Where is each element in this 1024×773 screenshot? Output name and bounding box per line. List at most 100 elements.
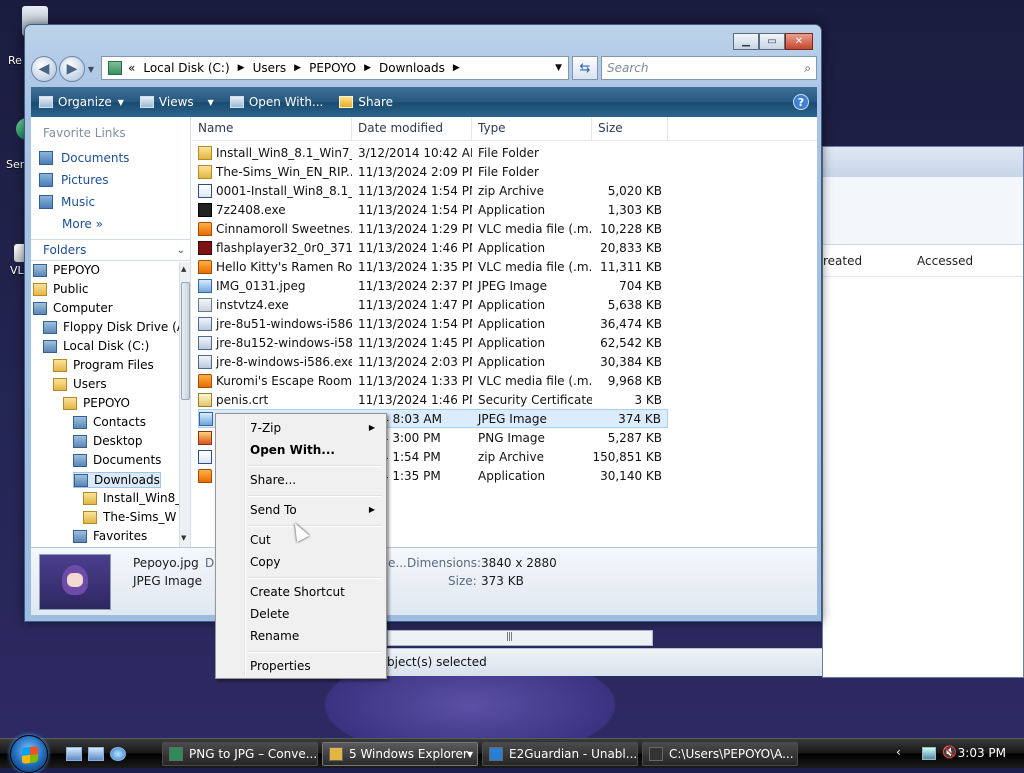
menu-item-share[interactable]: Share... bbox=[219, 470, 383, 490]
background-window[interactable]: reated Accessed bbox=[822, 146, 1024, 678]
address-dropdown-icon[interactable]: ▼ bbox=[555, 63, 562, 73]
maximize-button[interactable]: ▭ bbox=[759, 33, 785, 50]
clock[interactable]: 3:03 PM bbox=[958, 746, 1006, 760]
task-windows-explorer[interactable]: 5 Windows Explorer ▼ bbox=[322, 742, 478, 766]
file-row[interactable]: flashplayer32_0r0_371_... 11/13/2024 1:46… bbox=[198, 238, 668, 257]
folder-tree-scrollbar[interactable]: ▲ ▼ bbox=[179, 262, 190, 547]
breadcrumb-users[interactable]: Users bbox=[253, 61, 287, 75]
organize-button[interactable]: Organize ▼ bbox=[31, 87, 132, 117]
column-name[interactable]: Name bbox=[192, 117, 352, 141]
file-row[interactable]: penis.crt 11/13/2024 1:46 PM Security Cert… bbox=[198, 390, 668, 409]
close-button[interactable]: ✕ bbox=[785, 33, 813, 50]
tree-node[interactable]: Public bbox=[33, 282, 89, 296]
forward-button[interactable]: ▶ bbox=[59, 56, 85, 82]
chevron-down-icon[interactable]: ▼ bbox=[467, 750, 473, 759]
file-row[interactable]: jre-8u51-windows-i586... 11/13/2024 1:54 … bbox=[198, 314, 668, 333]
recent-pages-dropdown[interactable]: ▼ bbox=[85, 65, 97, 74]
task-7zip[interactable]: C:\Users\PEPOYO\A... bbox=[642, 742, 798, 766]
file-row[interactable]: 7z2408.exe 11/13/2024 1:54 PM Application 1… bbox=[198, 200, 668, 219]
tree-node[interactable]: The-Sims_W bbox=[83, 510, 176, 524]
tree-node[interactable]: Desktop bbox=[73, 434, 143, 448]
file-row[interactable]: instvtz4.exe 11/13/2024 1:47 PM Applicatio… bbox=[198, 295, 668, 314]
file-row[interactable]: Hello Kitty's Ramen Ro... 11/13/2024 1:35… bbox=[198, 257, 668, 276]
tree-node[interactable]: Contacts bbox=[73, 415, 146, 429]
status-bar: bject(s) selected bbox=[383, 648, 822, 676]
switch-windows-icon[interactable] bbox=[88, 747, 104, 761]
favorite-music[interactable]: Music bbox=[39, 195, 95, 209]
tray-chevron-icon[interactable]: ‹ bbox=[896, 745, 901, 759]
scroll-down-icon[interactable]: ▼ bbox=[181, 534, 186, 542]
volume-muted-icon[interactable]: 🔇 bbox=[942, 745, 957, 759]
horizontal-scrollbar[interactable]: ||| bbox=[387, 630, 653, 646]
address-bar[interactable]: « Local Disk (C:) ▶ Users ▶ PEPOYO ▶ Dow… bbox=[101, 56, 569, 80]
tree-node[interactable]: Documents bbox=[73, 453, 161, 467]
menu-item-open-with[interactable]: Open With... bbox=[219, 440, 383, 460]
column-size[interactable]: Size bbox=[592, 117, 668, 141]
menu-item-send-to[interactable]: Send To ▶ bbox=[219, 500, 383, 520]
address-prefix[interactable]: « bbox=[128, 61, 135, 75]
favorite-pictures[interactable]: Pictures bbox=[39, 173, 109, 187]
file-row[interactable]: Install_Win8_8.1_Win7_... 3/12/2014 10:42… bbox=[198, 143, 668, 162]
search-input[interactable]: Search ⌕ bbox=[601, 56, 817, 80]
menu-item-7-zip[interactable]: 7-Zip ▶ bbox=[219, 418, 383, 438]
views-button[interactable]: Views ▼ bbox=[132, 87, 222, 117]
help-icon[interactable]: ? bbox=[793, 94, 809, 110]
menu-item-properties[interactable]: Properties bbox=[219, 656, 383, 676]
column-accessed[interactable]: Accessed bbox=[917, 254, 973, 268]
file-row[interactable]: The-Sims_Win_EN_RIP... 11/13/2024 2:09 PM… bbox=[198, 162, 668, 181]
file-row[interactable]: jre-8-windows-i586.exe 11/13/2024 2:03 PM… bbox=[198, 352, 668, 371]
explorer-window[interactable]: ▁ ▭ ✕ ◀ ▶ ▼ « Local Disk (C:) ▶ Users ▶ … bbox=[24, 24, 822, 622]
scroll-thumb[interactable] bbox=[181, 282, 190, 400]
tree-node[interactable]: Install_Win8_ bbox=[83, 491, 181, 505]
column-date-modified[interactable]: Date modified bbox=[352, 117, 472, 141]
file-type: File Folder bbox=[478, 164, 539, 179]
share-button[interactable]: Share bbox=[331, 87, 401, 117]
breadcrumb-chevron-icon[interactable]: ▶ bbox=[238, 63, 245, 73]
menu-item-rename[interactable]: Rename bbox=[219, 626, 383, 646]
tree-node[interactable]: Local Disk (C:) bbox=[43, 339, 149, 353]
breadcrumb-chevron-icon[interactable]: ▶ bbox=[294, 63, 301, 73]
tree-node[interactable]: Downloads bbox=[73, 472, 161, 488]
tree-node[interactable]: Floppy Disk Drive (A bbox=[43, 320, 185, 334]
show-desktop-icon[interactable] bbox=[66, 747, 82, 761]
file-row[interactable]: 0001-Install_Win8_8.1_... 11/13/2024 1:54… bbox=[198, 181, 668, 200]
background-window-titlebar[interactable] bbox=[823, 147, 1023, 177]
breadcrumb-local-disk[interactable]: Local Disk (C:) bbox=[143, 61, 229, 75]
task-e2guardian[interactable]: E2Guardian - Unabl... bbox=[482, 742, 638, 766]
tree-node[interactable]: Program Files bbox=[53, 358, 154, 372]
file-row[interactable]: jre-8u152-windows-i58... 11/13/2024 1:45 … bbox=[198, 333, 668, 352]
back-button[interactable]: ◀ bbox=[31, 56, 57, 82]
menu-item-create-shortcut[interactable]: Create Shortcut bbox=[219, 582, 383, 602]
breadcrumb-downloads[interactable]: Downloads bbox=[379, 61, 445, 75]
breadcrumb-chevron-icon[interactable]: ▶ bbox=[453, 63, 460, 73]
favorite-documents[interactable]: Documents bbox=[39, 151, 129, 165]
start-button[interactable] bbox=[10, 735, 48, 773]
file-row[interactable]: IMG_0131.jpeg 11/13/2024 2:37 PM JPEG Imag… bbox=[198, 276, 668, 295]
breadcrumb-pepoyo[interactable]: PEPOYO bbox=[309, 61, 356, 75]
refresh-button[interactable]: ⇆ bbox=[572, 56, 598, 80]
search-icon[interactable]: ⌕ bbox=[804, 61, 811, 76]
network-icon[interactable] bbox=[922, 747, 936, 760]
file-row[interactable]: Cinnamoroll Sweetnes... 11/13/2024 1:29 P… bbox=[198, 219, 668, 238]
column-type[interactable]: Type bbox=[472, 117, 592, 141]
tree-node[interactable]: Users bbox=[53, 377, 107, 391]
open-with-button[interactable]: Open With... bbox=[222, 87, 332, 117]
column-created[interactable]: reated bbox=[823, 254, 917, 268]
scroll-up-icon[interactable]: ▲ bbox=[181, 265, 186, 273]
folders-header[interactable]: Folders ⌄ bbox=[31, 239, 190, 261]
task-png-to-jpg[interactable]: PNG to JPG – Conve... bbox=[162, 742, 318, 766]
menu-item-copy[interactable]: Copy bbox=[219, 552, 383, 572]
more-link[interactable]: More » bbox=[62, 217, 103, 231]
internet-explorer-icon[interactable] bbox=[110, 747, 126, 761]
minimize-button[interactable]: ▁ bbox=[733, 33, 759, 50]
tree-node[interactable]: PEPOYO bbox=[33, 263, 100, 277]
tree-node[interactable]: PEPOYO bbox=[63, 396, 130, 410]
tree-node[interactable]: Favorites bbox=[73, 529, 147, 543]
navigation-bar: ◀ ▶ ▼ « Local Disk (C:) ▶ Users ▶ PEPOYO… bbox=[31, 53, 817, 85]
file-row[interactable]: Kuromi's Escape Room... 11/13/2024 1:33 P… bbox=[198, 371, 668, 390]
file-thumbnail[interactable] bbox=[39, 554, 111, 610]
menu-item-delete[interactable]: Delete bbox=[219, 604, 383, 624]
menu-item-label: Send To bbox=[250, 503, 297, 517]
tree-node[interactable]: Computer bbox=[33, 301, 113, 315]
breadcrumb-chevron-icon[interactable]: ▶ bbox=[364, 63, 371, 73]
